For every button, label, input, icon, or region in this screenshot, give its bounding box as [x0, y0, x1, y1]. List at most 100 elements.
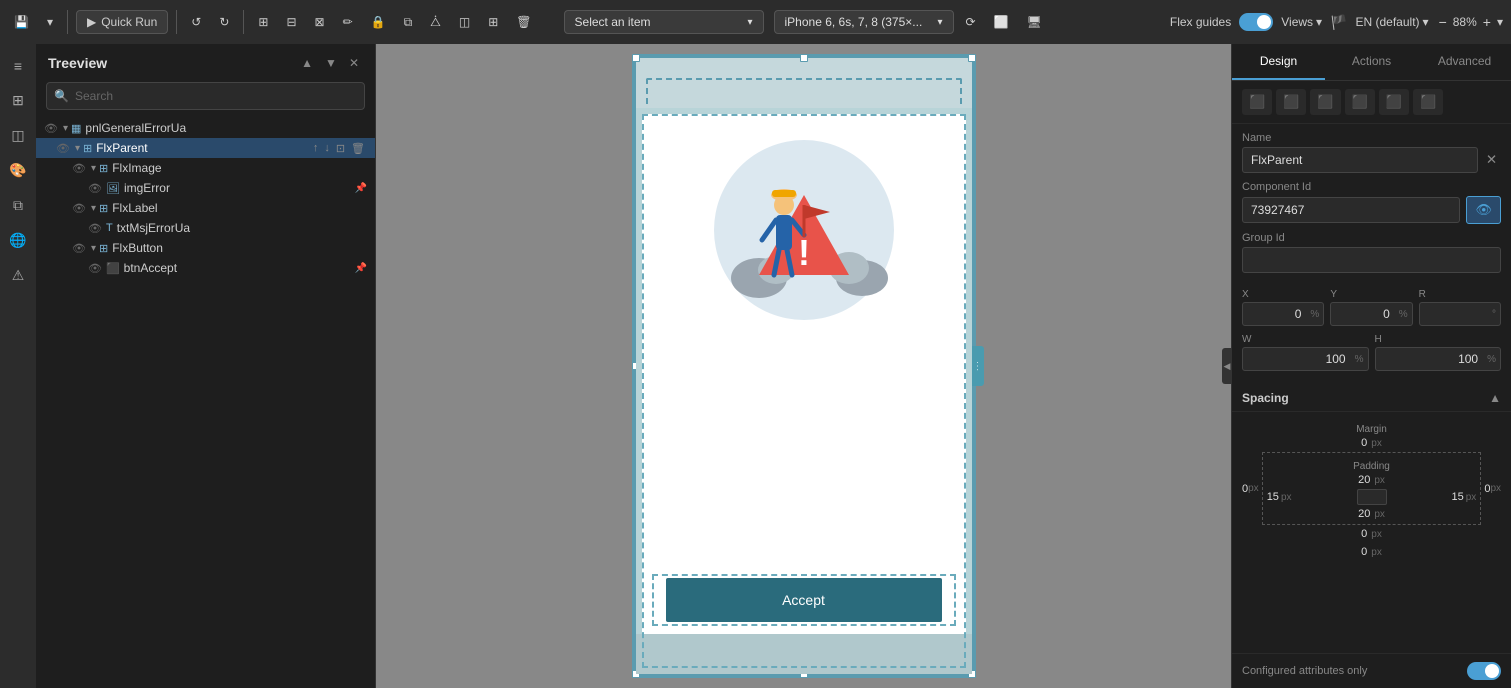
panel-tabs: Design Actions Advanced — [1232, 44, 1511, 81]
treeview-collapse-up[interactable]: ▲ — [297, 54, 317, 72]
component-id-input[interactable] — [1242, 197, 1460, 223]
tree-node-FlxButton[interactable]: 👁 ▾ ⊞ FlxButton — [36, 238, 375, 258]
tree-node-pnlGeneralErrorUa[interactable]: 👁 ▾ ▦ pnlGeneralErrorUa — [36, 118, 375, 138]
illustration-svg: ! — [704, 130, 904, 330]
tool-btn-6[interactable]: ⧉ — [398, 11, 419, 34]
side-handle[interactable]: ··· — [972, 346, 984, 386]
flex-icon: ⊞ — [99, 162, 108, 175]
quick-run-button[interactable]: ▶ Quick Run — [76, 10, 168, 34]
tool-btn-3[interactable]: ⊠ — [309, 11, 331, 33]
move-down-button[interactable]: ↓ — [322, 142, 332, 155]
sidebar-icon-theme[interactable]: 🎨 — [3, 156, 32, 185]
align-top-button[interactable]: ⬛ — [1345, 89, 1375, 115]
layout-btn-1[interactable]: ⬜ — [988, 11, 1015, 33]
y-input[interactable] — [1331, 303, 1394, 325]
visibility-icon[interactable]: 👁 — [72, 162, 86, 175]
treeview-close[interactable]: ✕ — [345, 54, 363, 72]
group-id-field: Group Id — [1242, 232, 1501, 273]
views-button[interactable]: Views ▾ — [1281, 15, 1322, 29]
visibility-icon[interactable]: 👁 — [44, 122, 58, 135]
group-id-input[interactable] — [1242, 247, 1501, 273]
error-illustration: ! — [704, 130, 904, 330]
sidebar-icon-globe[interactable]: 🌐 — [3, 226, 32, 255]
align-left-button[interactable]: ⬛ — [1242, 89, 1272, 115]
tab-actions[interactable]: Actions — [1325, 44, 1418, 80]
chevron-down-icon[interactable]: ▾ — [75, 143, 80, 154]
chevron-down-icon-3: ▾ — [1316, 15, 1322, 29]
tab-advanced[interactable]: Advanced — [1418, 44, 1511, 80]
visibility-icon[interactable]: 👁 — [72, 202, 86, 215]
align-center-v-button[interactable]: ⬛ — [1379, 89, 1409, 115]
visibility-icon[interactable]: 👁 — [56, 142, 70, 155]
sidebar-icon-layout[interactable]: ⧉ — [7, 191, 29, 220]
tool-btn-4[interactable]: ✏ — [337, 11, 359, 33]
toolbar-divider-3 — [243, 10, 244, 34]
treeview-search-box: 🔍 — [46, 82, 365, 110]
h-input[interactable] — [1376, 348, 1484, 370]
tool-btn-9[interactable]: ⊞ — [482, 11, 504, 33]
tab-design[interactable]: Design — [1232, 44, 1325, 80]
sidebar-icon-components[interactable]: ⊞ — [6, 86, 30, 115]
layout-btn-2[interactable]: 🖥 — [1021, 11, 1048, 33]
search-icon: 🔍 — [54, 89, 69, 103]
r-input[interactable] — [1420, 303, 1488, 325]
flex-guides-toggle[interactable] — [1239, 13, 1273, 31]
treeview-collapse-down[interactable]: ▼ — [321, 54, 341, 72]
tree-node-FlxLabel[interactable]: 👁 ▾ ⊞ FlxLabel — [36, 198, 375, 218]
name-clear-button[interactable]: ✕ — [1482, 148, 1501, 172]
tool-btn-8[interactable]: ◫ — [453, 11, 476, 33]
align-bottom-button[interactable]: ⬛ — [1413, 89, 1443, 115]
chevron-down-icon[interactable]: ▾ — [91, 243, 96, 254]
run-icon: ▶ — [87, 15, 96, 29]
align-right-button[interactable]: ⬛ — [1310, 89, 1340, 115]
visibility-icon[interactable]: 👁 — [88, 262, 102, 275]
zoom-in-button[interactable]: + — [1481, 14, 1493, 30]
tool-btn-7[interactable]: ⧊ — [424, 11, 447, 34]
w-input[interactable] — [1243, 348, 1351, 370]
align-center-h-button[interactable]: ⬛ — [1276, 89, 1306, 115]
delete-button[interactable]: 🗑 — [349, 142, 367, 155]
dropdown-button[interactable]: ▾ — [41, 11, 59, 33]
redo-button[interactable]: ↻ — [213, 11, 235, 33]
tool-btn-1[interactable]: ⊞ — [252, 11, 274, 33]
tree-node-FlxImage[interactable]: 👁 ▾ ⊞ FlxImage — [36, 158, 375, 178]
tool-btn-2[interactable]: ⊟ — [280, 11, 302, 33]
spacing-collapse-button[interactable]: ▲ — [1489, 391, 1501, 405]
copy-button[interactable]: ⊡ — [334, 142, 347, 155]
device-label[interactable]: iPhone 6, 6s, 7, 8 (375×... ▾ — [774, 10, 954, 34]
sidebar-icon-assets[interactable]: ◫ — [5, 121, 30, 150]
language-button[interactable]: EN (default) ▾ — [1356, 15, 1429, 29]
visibility-icon[interactable]: 👁 — [88, 182, 102, 195]
sidebar-icon-layers[interactable]: ≡ — [8, 52, 28, 80]
move-up-button[interactable]: ↑ — [311, 142, 321, 155]
tree-node-FlxParent[interactable]: 👁 ▾ ⊞ FlxParent ↑ ↓ ⊡ 🗑 — [36, 138, 375, 158]
device-selector[interactable]: Select an item ▾ — [564, 10, 764, 34]
x-input[interactable] — [1243, 303, 1306, 325]
padding-center-box — [1357, 489, 1387, 505]
tree-node-imgError[interactable]: 👁 🖼 imgError 📌 — [36, 178, 375, 198]
r-label: R — [1419, 289, 1501, 300]
panel-collapse-button[interactable]: ◀ — [1222, 348, 1232, 384]
chevron-down-icon[interactable]: ▾ — [63, 123, 68, 134]
save-button[interactable]: 💾 — [8, 11, 35, 33]
visibility-icon[interactable]: 👁 — [72, 242, 86, 255]
zoom-out-button[interactable]: − — [1437, 14, 1449, 30]
undo-button[interactable]: ↺ — [185, 11, 207, 33]
component-id-eye-button[interactable]: 👁 — [1466, 196, 1501, 224]
refresh-button[interactable]: ⟳ — [960, 11, 982, 33]
name-input[interactable] — [1242, 147, 1478, 173]
search-input[interactable] — [46, 82, 365, 110]
tool-btn-10[interactable]: 🗑 — [510, 11, 537, 33]
visibility-icon[interactable]: 👁 — [88, 222, 102, 235]
tree-node-btnAccept[interactable]: 👁 ⬛ btnAccept 📌 — [36, 258, 375, 278]
chevron-down-icon[interactable]: ▾ — [91, 163, 96, 174]
accept-button[interactable]: Accept — [666, 578, 942, 622]
tool-btn-5[interactable]: 🔒 — [365, 11, 392, 33]
selection-handle-tr[interactable] — [968, 54, 976, 62]
tree-node-txtMsjErrorUa[interactable]: 👁 T txtMsjErrorUa — [36, 218, 375, 238]
chevron-down-icon[interactable]: ▾ — [91, 203, 96, 214]
selection-handle-tl[interactable] — [632, 54, 640, 62]
sidebar-icon-alert[interactable]: ⚠ — [6, 261, 31, 290]
configured-toggle[interactable] — [1467, 662, 1501, 680]
selection-handle-tm[interactable] — [800, 54, 808, 62]
